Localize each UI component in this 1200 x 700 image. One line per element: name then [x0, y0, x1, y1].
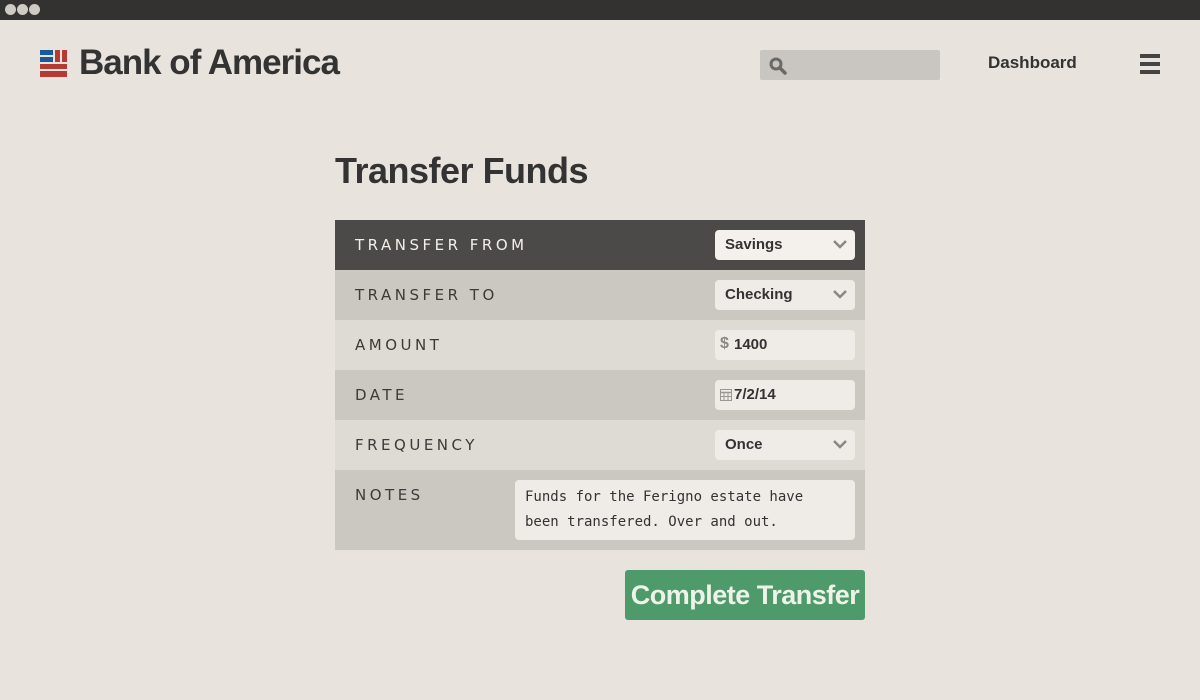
frequency-label: FREQUENCY: [355, 436, 478, 454]
form-row-amount: AMOUNT $ 1400: [335, 320, 865, 370]
form-row-notes: NOTES Funds for the Ferigno estate have …: [335, 470, 865, 550]
amount-label: AMOUNT: [355, 336, 443, 354]
window-close-button[interactable]: [5, 4, 16, 15]
window-minimize-button[interactable]: [17, 4, 28, 15]
form-row-frequency: FREQUENCY Once: [335, 420, 865, 470]
search-box[interactable]: [760, 50, 940, 82]
search-icon: [769, 57, 787, 75]
date-label: DATE: [355, 386, 409, 404]
form-row-date: DATE 7/2/14: [335, 370, 865, 420]
amount-input[interactable]: $ 1400: [715, 330, 855, 360]
transfer-to-select[interactable]: Checking: [715, 280, 855, 310]
chevron-down-icon: [833, 440, 847, 449]
calendar-icon: [720, 389, 732, 401]
transfer-from-value: Savings: [725, 236, 783, 253]
frequency-value: Once: [725, 436, 763, 453]
date-input[interactable]: 7/2/14: [715, 380, 855, 410]
notes-textarea[interactable]: Funds for the Ferigno estate have been t…: [515, 480, 855, 540]
notes-label: NOTES: [355, 486, 424, 504]
date-value: 7/2/14: [734, 386, 776, 403]
dollar-icon: $: [720, 335, 729, 352]
transfer-to-value: Checking: [725, 286, 793, 303]
window-maximize-button[interactable]: [29, 4, 40, 15]
transfer-form: TRANSFER FROM Savings TRANSFER TO Checki…: [335, 220, 865, 550]
transfer-from-label: TRANSFER FROM: [355, 236, 528, 254]
transfer-to-label: TRANSFER TO: [355, 286, 498, 304]
amount-value: 1400: [734, 336, 768, 353]
chevron-down-icon: [833, 290, 847, 299]
search-input[interactable]: [792, 50, 936, 82]
brand-name[interactable]: Bank of America: [79, 43, 340, 83]
frequency-select[interactable]: Once: [715, 430, 855, 460]
form-row-transfer-to: TRANSFER TO Checking: [335, 270, 865, 320]
bank-logo-icon[interactable]: [40, 50, 67, 77]
transfer-from-select[interactable]: Savings: [715, 230, 855, 260]
chevron-down-icon: [833, 240, 847, 249]
form-row-transfer-from: TRANSFER FROM Savings: [335, 220, 865, 270]
complete-transfer-button[interactable]: Complete Transfer: [625, 570, 865, 620]
window-titlebar: [0, 0, 1200, 20]
nav-dashboard-link[interactable]: Dashboard: [988, 53, 1077, 73]
page-title: Transfer Funds: [335, 150, 589, 191]
hamburger-menu-icon[interactable]: [1140, 54, 1160, 76]
